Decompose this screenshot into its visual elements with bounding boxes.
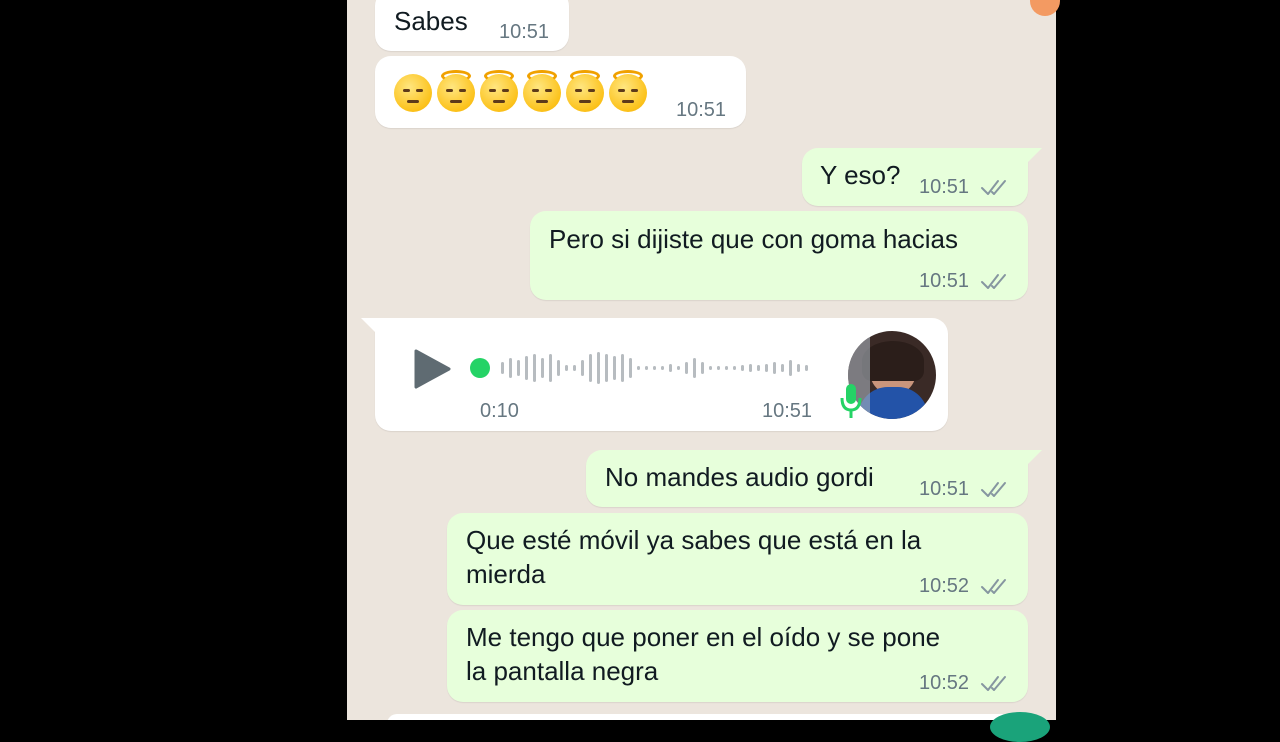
saluting-face-icon — [437, 70, 475, 112]
outgoing-message[interactable]: Y eso? 10:51 — [802, 148, 1042, 206]
message-time: 10:52 — [919, 575, 970, 597]
chat-area: Sabes 10:51 10:51 Y eso? 10:51 Pero si d… — [347, 0, 1056, 720]
saluting-face-icon — [480, 70, 518, 112]
saluting-face-icon — [609, 70, 647, 112]
message-time: 10:52 — [919, 672, 970, 694]
message-text: Me tengo que poner en el oído y se pone … — [466, 622, 941, 686]
double-check-icon — [981, 180, 1006, 195]
microphone-icon — [840, 384, 862, 418]
message-text: Pero si dijiste que con goma hacias — [549, 224, 959, 254]
saluting-face-icon — [523, 70, 561, 112]
double-check-icon — [981, 676, 1006, 691]
incoming-emoji-message[interactable]: 10:51 — [375, 56, 746, 128]
incoming-message[interactable]: Sabes 10:51 — [375, 0, 569, 51]
voice-message[interactable]: 0:10 10:51 — [361, 318, 948, 431]
voice-duration: 0:10 — [480, 400, 519, 422]
outgoing-message[interactable]: Que esté móvil ya sabes que está en la m… — [447, 513, 1028, 605]
outgoing-message[interactable]: Me tengo que poner en el oído y se pone … — [447, 610, 1028, 702]
message-time: 10:51 — [762, 400, 813, 422]
expressionless-face-icon — [394, 74, 432, 112]
playback-position-dot[interactable] — [470, 358, 490, 378]
message-time: 10:51 — [676, 99, 727, 121]
outgoing-message[interactable]: Pero si dijiste que con goma hacias 10:5… — [530, 211, 1028, 300]
message-text: Sabes — [394, 6, 468, 36]
audio-waveform[interactable] — [495, 338, 815, 398]
double-check-icon — [981, 482, 1006, 497]
play-icon[interactable] — [413, 348, 453, 390]
message-text: No mandes audio gordi — [605, 462, 874, 492]
message-time: 10:51 — [919, 176, 970, 198]
message-text: Y eso? — [820, 160, 901, 190]
next-message-edge — [387, 714, 1028, 720]
floating-action-edge[interactable] — [990, 712, 1050, 742]
outgoing-message[interactable]: No mandes audio gordi 10:51 — [586, 450, 1042, 507]
message-time: 10:51 — [919, 270, 970, 292]
message-time: 10:51 — [499, 21, 550, 43]
double-check-icon — [981, 274, 1006, 289]
message-text: Que esté móvil ya sabes que está en la m… — [466, 525, 922, 589]
saluting-face-icon — [566, 70, 604, 112]
message-time: 10:51 — [919, 478, 970, 500]
double-check-icon — [981, 579, 1006, 594]
